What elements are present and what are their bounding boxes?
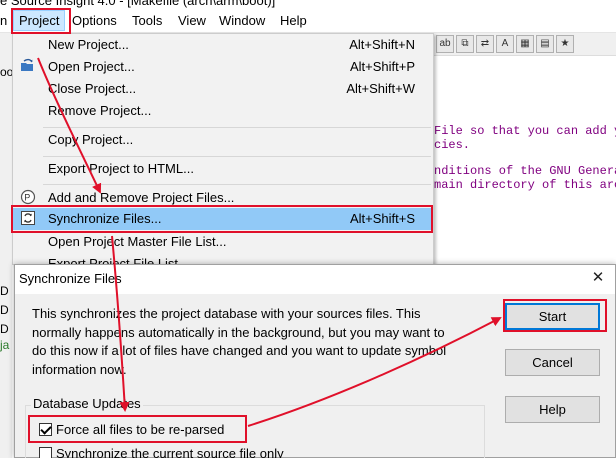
editor-line: File so that you can add y xyxy=(434,124,616,138)
menu-item-label: Copy Project... xyxy=(48,132,134,147)
menu-item-label: Remove Project... xyxy=(48,103,152,118)
book-icon[interactable]: ▤ xyxy=(536,35,554,53)
menu-item-open-master-list[interactable]: Open Project Master File List... xyxy=(13,231,433,253)
menu-separator xyxy=(43,156,431,157)
dialog-description: This synchronizes the project database w… xyxy=(32,306,447,377)
add-files-icon: P xyxy=(20,189,36,205)
left-pane: oo D D D ja xyxy=(0,33,13,458)
help-button[interactable]: Help xyxy=(505,396,600,423)
menu-separator xyxy=(43,127,431,128)
dialog-title-bar: Synchronize Files ✕ xyxy=(15,265,615,294)
menu-item-label: Export Project to HTML... xyxy=(48,161,194,176)
grid-icon[interactable]: ▦ xyxy=(516,35,534,53)
menu-item-label: Add and Remove Project Files... xyxy=(48,190,235,205)
menu-item-close-project[interactable]: Close Project... Alt+Shift+W xyxy=(13,78,433,100)
editor-line: main directory of this arc xyxy=(434,178,616,192)
annotation-box-synchronize xyxy=(11,205,433,233)
menu-item-remove-project[interactable]: Remove Project... xyxy=(13,100,433,122)
annotation-box-start xyxy=(503,299,607,332)
menu-help[interactable]: Help xyxy=(280,13,307,28)
abc-icon[interactable]: ab xyxy=(436,35,454,53)
title-bar: e Source Insight 4.0 - [Makefile (arch\a… xyxy=(0,0,616,9)
editor-line: cies. xyxy=(434,138,471,152)
close-icon[interactable]: ✕ xyxy=(589,269,607,287)
menu-separator xyxy=(43,184,431,185)
menu-item-new-project[interactable]: New Project... Alt+Shift+N xyxy=(13,34,433,56)
menu-window[interactable]: Window xyxy=(219,13,265,28)
checkbox-label: Synchronize the current source file only xyxy=(56,446,284,458)
menu-tools[interactable]: Tools xyxy=(132,13,162,28)
menu-file-partial[interactable]: n xyxy=(0,13,7,28)
toolbar: ab ⧉ ⇄ A ▦ ▤ ★ xyxy=(434,33,616,55)
menu-item-label: Open Project Master File List... xyxy=(48,234,227,249)
menu-item-accel: Alt+Shift+P xyxy=(349,59,415,74)
svg-text:P: P xyxy=(24,193,30,203)
menu-bar: n Project Options Tools View Window Help xyxy=(0,9,616,33)
arrows-icon[interactable]: ⇄ xyxy=(476,35,494,53)
menu-options[interactable]: Options xyxy=(72,13,117,28)
checkbox-box[interactable] xyxy=(39,447,52,458)
left-pane-label: D xyxy=(0,322,9,336)
menu-item-open-project[interactable]: Open Project... Alt+Shift+P xyxy=(13,56,433,78)
menu-view[interactable]: View xyxy=(178,13,206,28)
menu-item-copy-project[interactable]: Copy Project... xyxy=(13,129,433,151)
editor-line: nditions of the GNU Genera xyxy=(434,164,616,178)
group-label: Database Updates xyxy=(31,396,143,411)
annotation-box-project-menu xyxy=(11,8,71,34)
star-icon[interactable]: ★ xyxy=(556,35,574,53)
menu-item-label: New Project... xyxy=(48,37,129,52)
left-pane-label: ja xyxy=(0,338,10,352)
cancel-button[interactable]: Cancel xyxy=(505,349,600,376)
menu-item-label: Close Project... xyxy=(48,81,137,96)
left-pane-label: D xyxy=(0,284,9,298)
menu-item-label: Open Project... xyxy=(48,59,135,74)
menu-item-export-html[interactable]: Export Project to HTML... xyxy=(13,158,433,180)
dialog-title: Synchronize Files xyxy=(19,271,122,286)
open-folder-icon xyxy=(21,58,33,71)
left-pane-label: D xyxy=(0,303,9,317)
a-icon[interactable]: A xyxy=(496,35,514,53)
copy-icon[interactable]: ⧉ xyxy=(456,35,474,53)
annotation-box-force-reparse xyxy=(28,415,247,443)
menu-item-accel: Alt+Shift+W xyxy=(346,81,415,96)
window-title: e Source Insight 4.0 - [Makefile (arch\a… xyxy=(0,0,276,8)
editor-pane[interactable]: File so that you can add y cies. ndition… xyxy=(434,55,616,265)
menu-item-accel: Alt+Shift+N xyxy=(349,37,415,52)
